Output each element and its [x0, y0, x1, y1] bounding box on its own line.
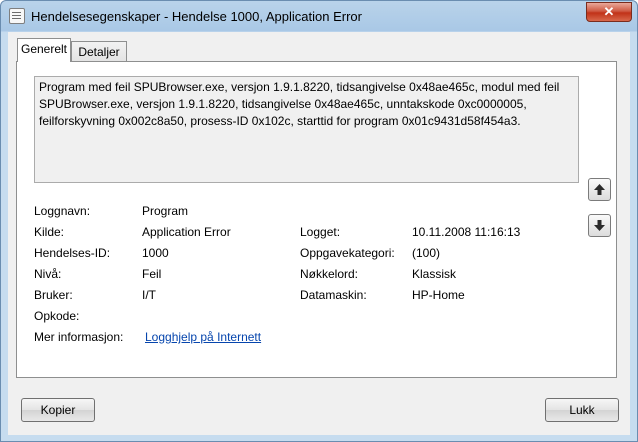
niva-value: Feil [142, 267, 162, 281]
loggnavn-label: Loggnavn: [34, 204, 91, 218]
kilde-label: Kilde: [34, 225, 65, 239]
loggnavn-value: Program [142, 204, 189, 218]
next-event-button[interactable] [588, 214, 611, 237]
kilde-value: Application Error [142, 225, 231, 239]
dialog-client-area: Generelt Detaljer Program med feil SPUBr… [8, 32, 630, 435]
oppgavekategori-value: (100) [412, 246, 441, 260]
logget-label: Logget: [300, 225, 341, 239]
nokkelord-value: Klassisk [412, 267, 457, 281]
nokkelord-label: Nøkkelord: [300, 267, 359, 281]
event-viewer-icon [9, 8, 25, 24]
mer-informasjon-label: Mer informasjon: [34, 330, 124, 344]
copy-button[interactable]: Kopier [21, 398, 95, 422]
event-properties-window: Hendelsesegenskaper - Hendelse 1000, App… [0, 0, 638, 442]
datamaskin-value: HP-Home [412, 288, 465, 302]
tab-generelt[interactable]: Generelt [17, 38, 71, 62]
bruker-label: Bruker: [34, 288, 73, 302]
bruker-value: I/T [142, 288, 156, 302]
niva-label: Nivå: [34, 267, 62, 281]
opkode-label: Opkode: [34, 309, 80, 323]
close-window-button[interactable]: ✕ [586, 2, 632, 22]
title-bar[interactable]: Hendelsesegenskaper - Hendelse 1000, App… [1, 1, 637, 31]
tab-detaljer[interactable]: Detaljer [71, 41, 127, 62]
window-title: Hendelsesegenskaper - Hendelse 1000, App… [31, 9, 362, 24]
hendelses-id-value: 1000 [142, 246, 169, 260]
general-tab-panel: Program med feil SPUBrowser.exe, versjon… [16, 61, 617, 378]
logghjelp-link[interactable]: Logghjelp på Internett [145, 330, 261, 344]
arrow-down-icon [594, 220, 605, 231]
previous-event-button[interactable] [588, 178, 611, 201]
arrow-up-icon [594, 184, 605, 195]
oppgavekategori-label: Oppgavekategori: [300, 246, 395, 260]
close-button[interactable]: Lukk [545, 398, 619, 422]
logget-value: 10.11.2008 11:16:13 [412, 225, 521, 239]
datamaskin-label: Datamaskin: [300, 288, 367, 302]
hendelses-id-label: Hendelses-ID: [34, 246, 111, 260]
event-description-box[interactable]: Program med feil SPUBrowser.exe, versjon… [34, 76, 579, 183]
